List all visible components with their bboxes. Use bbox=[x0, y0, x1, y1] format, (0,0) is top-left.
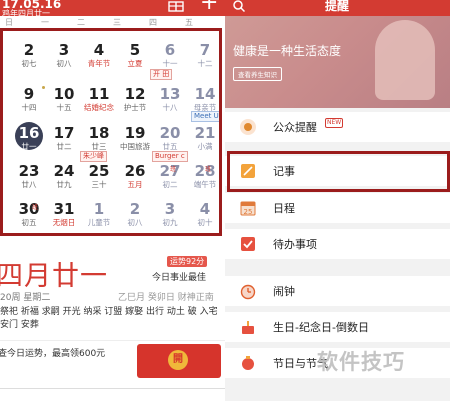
calendar-highlight-frame bbox=[0, 28, 222, 236]
weekday-sun: 日 bbox=[5, 18, 13, 27]
menu-item-label: 闹钟 bbox=[273, 285, 295, 298]
notes-highlight-frame bbox=[227, 151, 450, 192]
weekday-mon: 一 bbox=[41, 18, 49, 27]
menu-item-label: 生日-纪念日-倒数日 bbox=[273, 321, 369, 334]
weekday-thu: 四 bbox=[149, 18, 157, 27]
svg-text:25: 25 bbox=[244, 208, 253, 216]
page-title: 提醒 bbox=[325, 0, 350, 13]
almanac-weekday: 20周 星期二 bbox=[0, 293, 51, 303]
calendar-icon: 25 bbox=[240, 201, 256, 216]
gift-icon[interactable] bbox=[168, 0, 184, 12]
new-badge: NEW bbox=[325, 118, 344, 128]
reminder-header: 提醒 bbox=[225, 0, 450, 16]
weekday-wed: 三 bbox=[113, 18, 121, 27]
weekday-tue: 二 bbox=[77, 18, 85, 27]
health-banner[interactable]: 健康是一种生活态度 查看养生知识 bbox=[225, 16, 450, 108]
reminder-pane: 提醒 健康是一种生活态度 查看养生知识 公众提醒 NEW 记事 25 日程 待办… bbox=[225, 0, 450, 401]
todo-icon bbox=[241, 237, 255, 251]
menu-item-public-reminder[interactable]: 公众提醒 NEW bbox=[225, 112, 450, 142]
calendar-pane: 17.05.16 鸡年四月廿一 + 日 一 二 三 四 五 2 初七 3 初八 4青… bbox=[0, 0, 225, 401]
watermark: 软件技巧 bbox=[317, 350, 405, 374]
divider bbox=[0, 340, 225, 341]
menu-item-label: 公众提醒 bbox=[273, 121, 317, 134]
fortune-score-badge[interactable]: 运势92分 bbox=[167, 256, 208, 267]
menu-item-alarm[interactable]: 闹钟 bbox=[225, 276, 450, 306]
almanac-suitable: 祭祀 祈福 求嗣 开光 纳采 订盟 嫁娶 出行 动土 破 入宅 安门 安葬 bbox=[0, 307, 218, 330]
fortune-summary: 今日事业最佳 bbox=[152, 273, 207, 283]
banner-button[interactable]: 查看养生知识 bbox=[233, 67, 282, 81]
red-packet-coin-icon: 開 bbox=[168, 350, 188, 370]
fortune-link[interactable]: 查今日运势，最高领600元 bbox=[0, 346, 105, 359]
cake-icon bbox=[242, 321, 254, 334]
almanac-ganzhi: 乙巳月 癸卯日 财神正南 bbox=[118, 293, 214, 303]
menu-item-label: 待办事项 bbox=[273, 238, 317, 251]
menu-item-birthday[interactable]: 生日-纪念日-倒数日 bbox=[225, 312, 450, 342]
menu-item-label: 日程 bbox=[273, 202, 295, 215]
menu-item-schedule[interactable]: 25 日程 bbox=[225, 193, 450, 223]
almanac-lunar-date: 四月廿一 bbox=[0, 261, 108, 292]
search-icon[interactable] bbox=[233, 0, 245, 12]
target-icon bbox=[240, 119, 256, 135]
alarm-icon bbox=[240, 284, 256, 300]
bottom-tab-bar[interactable] bbox=[0, 388, 225, 401]
red-packet-button[interactable]: 開 bbox=[137, 344, 221, 378]
lantern-icon bbox=[242, 356, 254, 370]
banner-headline: 健康是一种生活态度 bbox=[233, 44, 342, 58]
weekday-fri: 五 bbox=[185, 18, 193, 27]
meditation-figure-image bbox=[375, 20, 435, 100]
menu-item-todo[interactable]: 待办事项 bbox=[225, 229, 450, 259]
add-icon[interactable]: + bbox=[200, 0, 218, 14]
calendar-header: 17.05.16 鸡年四月廿一 + bbox=[0, 0, 225, 18]
